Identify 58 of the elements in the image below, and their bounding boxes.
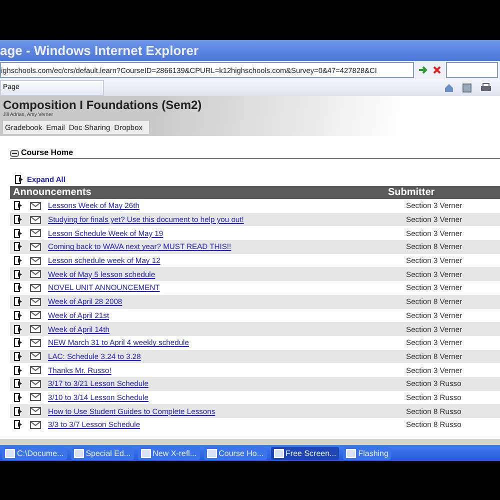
window-icon (346, 448, 356, 458)
envelope-icon (30, 256, 41, 265)
taskbar-button[interactable]: Course Ho... (204, 446, 267, 460)
envelope-icon (30, 311, 41, 320)
expand-icon[interactable] (14, 215, 23, 224)
expand-icon[interactable] (14, 406, 23, 416)
expand-icon[interactable] (14, 201, 23, 210)
expand-icon[interactable] (14, 242, 23, 252)
envelope-icon (30, 352, 41, 360)
taskbar-button[interactable]: Flashing (343, 446, 392, 460)
envelope-icon (30, 380, 41, 388)
home-icon[interactable] (444, 82, 454, 92)
course-title: Composition I Foundations (Sem2) (3, 97, 203, 112)
envelope-icon (30, 366, 41, 374)
expand-icon[interactable] (14, 338, 23, 348)
section-title: Course Home (21, 148, 74, 157)
envelope-icon (30, 270, 41, 278)
expand-icon[interactable] (14, 270, 23, 279)
print-icon[interactable] (480, 82, 492, 92)
envelope-icon (30, 407, 41, 416)
search-field[interactable] (446, 62, 498, 78)
expand-icon[interactable] (14, 228, 23, 238)
expand-icon[interactable] (14, 310, 23, 320)
expand-icon[interactable] (14, 392, 23, 402)
window-title: age - Windows Internet Explorer (0, 43, 199, 58)
envelope-icon (30, 338, 41, 347)
envelope-icon (30, 229, 41, 238)
expand-icon[interactable] (14, 283, 23, 292)
window-icon (74, 448, 84, 458)
window-icon (274, 448, 284, 458)
window-icon (206, 448, 217, 458)
taskbar-button[interactable]: C:\Docume... (2, 446, 67, 460)
expand-icon[interactable] (14, 256, 23, 266)
envelope-icon (30, 284, 41, 292)
collapse-icon[interactable] (10, 150, 19, 157)
envelope-icon (30, 298, 41, 306)
taskbar-button[interactable]: New X-refl... (138, 446, 200, 460)
column-header: Submitter (388, 187, 435, 198)
column-header: Announcements (12, 187, 92, 198)
taskbar-button[interactable]: Free Screen... (270, 446, 340, 460)
taskbar-button[interactable]: Special Ed... (70, 446, 134, 460)
envelope-icon (30, 420, 41, 429)
envelope-icon (30, 202, 41, 210)
envelope-icon (30, 242, 41, 251)
expand-icon[interactable] (14, 420, 23, 430)
expand-icon[interactable] (14, 379, 23, 388)
window-icon (5, 448, 15, 458)
close-icon[interactable] (432, 65, 442, 75)
envelope-icon (30, 393, 41, 402)
expand-icon[interactable] (15, 175, 24, 184)
expand-icon[interactable] (14, 324, 23, 334)
envelope-icon (30, 325, 41, 334)
window-icon (140, 448, 151, 458)
expand-icon[interactable] (14, 352, 23, 361)
expand-icon[interactable] (14, 366, 23, 375)
envelope-icon (30, 216, 41, 224)
expand-icon[interactable] (14, 297, 23, 306)
go-icon[interactable] (418, 65, 428, 75)
